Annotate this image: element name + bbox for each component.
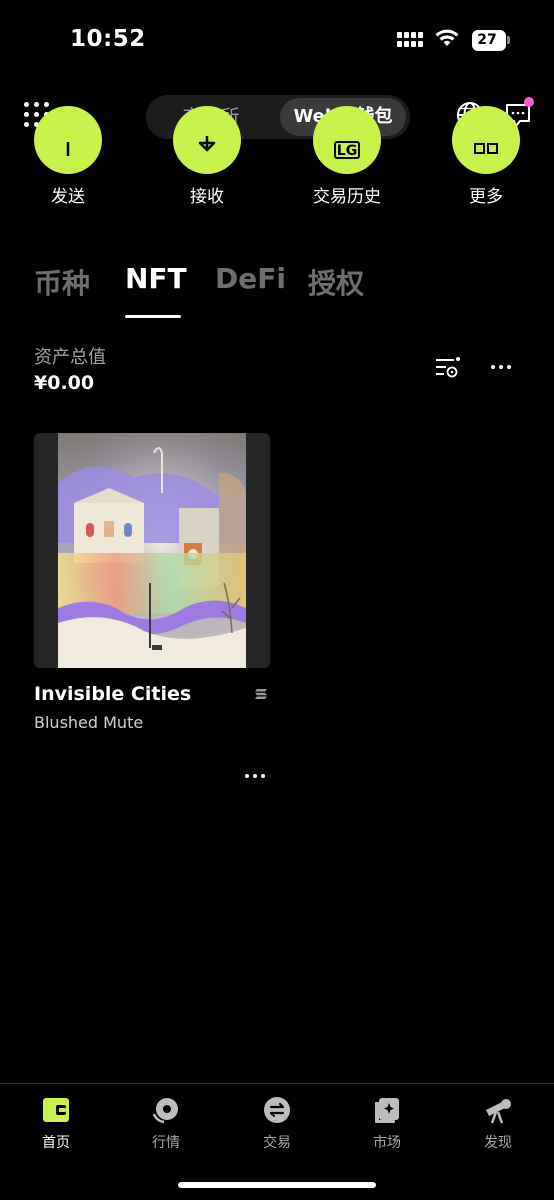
nav-home-label: 首页 — [42, 1135, 70, 1151]
more-label: 更多 — [469, 187, 503, 207]
nav-marketplace-label: 市场 — [373, 1135, 401, 1151]
more-options-icon[interactable] — [491, 365, 511, 369]
receive-icon — [173, 106, 241, 174]
total-value-label: 资产总值 — [34, 347, 106, 368]
nft-title: Invisible Cities — [34, 683, 192, 705]
telescope-icon — [486, 1099, 511, 1124]
load-more-icon[interactable] — [245, 774, 265, 778]
tab-defi[interactable]: DeFi — [215, 262, 286, 295]
tab-authorization[interactable]: 授权 — [308, 262, 364, 302]
notification-badge — [524, 97, 534, 107]
svg-text:LG: LG — [337, 143, 357, 159]
more-apps-icon — [452, 106, 520, 174]
market-icon — [152, 1098, 178, 1124]
battery-level: 27 — [477, 32, 497, 48]
nft-market-icon — [375, 1098, 399, 1123]
nav-discover-label: 发现 — [484, 1135, 512, 1151]
status-bar: 10:52 27 — [0, 0, 554, 80]
nft-artwork — [34, 433, 270, 668]
signal-icon — [397, 32, 423, 47]
nft-collection: Blushed Mute — [34, 713, 144, 732]
send-icon — [34, 106, 102, 174]
wifi-icon — [435, 29, 459, 46]
solana-icon — [255, 689, 267, 699]
tab-tokens[interactable]: 币种 — [34, 262, 90, 302]
nav-trade-label: 交易 — [263, 1135, 291, 1151]
send-label: 发送 — [51, 187, 85, 207]
quick-actions: 发送 接收 LG 交易历史 更多 — [0, 106, 554, 210]
home-indicator — [178, 1182, 376, 1188]
filter-settings-icon[interactable] — [434, 356, 462, 380]
battery-icon: 27 — [472, 30, 506, 51]
history-icon: LG — [313, 106, 381, 174]
nav-market-label: 行情 — [152, 1135, 180, 1151]
tab-nft[interactable]: NFT — [125, 262, 187, 295]
receive-label: 接收 — [190, 187, 224, 207]
total-value: ¥0.00 — [34, 372, 95, 394]
status-time: 10:52 — [70, 26, 146, 52]
swap-icon — [264, 1097, 290, 1123]
history-label: 交易历史 — [313, 187, 381, 207]
battery-tip — [507, 36, 510, 44]
active-tab-indicator — [125, 315, 181, 318]
wallet-icon — [43, 1098, 69, 1122]
